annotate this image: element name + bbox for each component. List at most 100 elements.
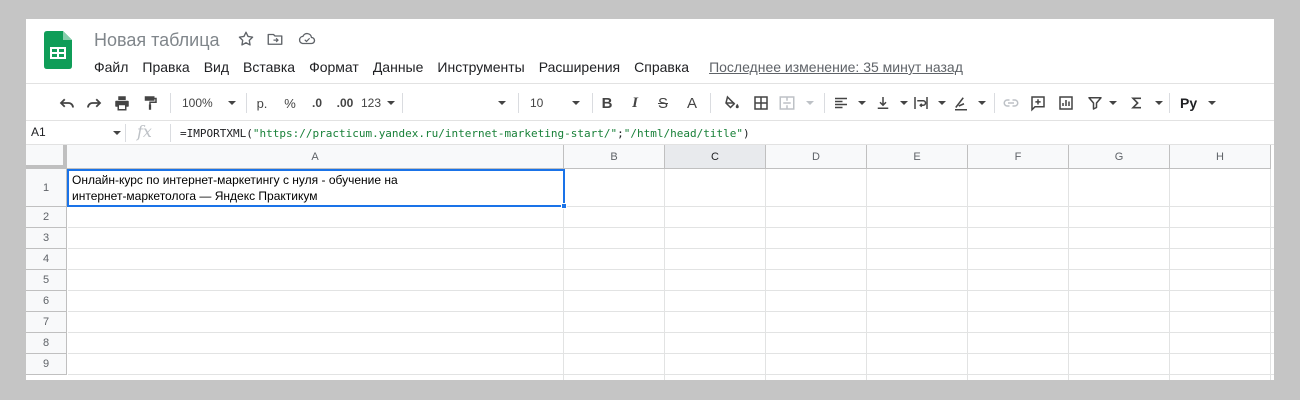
star-icon[interactable] [237,30,257,50]
sheet-grid: A B C D E F G H 1 2 3 4 5 6 7 8 9 Онлайн… [26,145,1274,380]
menu-insert[interactable]: Вставка [243,59,295,75]
menu-data[interactable]: Данные [373,59,424,75]
menu-file[interactable]: Файл [94,59,128,75]
menu-format[interactable]: Формат [309,59,359,75]
insert-link-icon[interactable] [1000,92,1022,114]
insert-comment-icon[interactable] [1027,92,1049,114]
sheets-logo-icon[interactable] [44,31,72,69]
more-formats-select[interactable]: 123 [361,92,395,114]
chevron-down-icon [978,101,986,105]
gridline [68,227,1274,228]
chevron-down-icon[interactable] [113,131,121,135]
increase-decimal-button[interactable]: .00 [332,92,358,114]
paint-format-icon[interactable] [139,92,161,114]
toolbar-separator [824,93,825,113]
toolbar-separator [994,93,995,113]
gridline [68,290,1274,291]
formula-bar: A1 fx =IMPORTXML("https://practicum.yand… [26,121,1274,145]
bold-button[interactable]: B [597,92,617,114]
row-header-2[interactable]: 2 [26,207,67,228]
decrease-decimal-button[interactable]: .0 [305,92,329,114]
column-header-h[interactable]: H [1170,145,1271,169]
toolbar-separator [402,93,403,113]
name-box[interactable]: A1 [31,125,46,139]
font-family-select[interactable] [408,92,510,114]
menu-edit[interactable]: Правка [142,59,189,75]
toolbar-separator [1169,93,1170,113]
redo-icon[interactable] [83,92,105,114]
font-size-select[interactable]: 10 [526,92,584,114]
horizontal-align-icon[interactable] [832,92,866,114]
toolbar-separator [170,93,171,113]
format-currency-button[interactable]: р. [252,92,272,114]
menu-tools[interactable]: Инструменты [437,59,524,75]
last-edit-link[interactable]: Последнее изменение: 35 минут назад [709,59,963,75]
row-header-8[interactable]: 8 [26,333,67,354]
formula-separator [125,124,126,142]
fill-color-icon[interactable] [721,92,743,114]
input-tools-label: Ру [1180,95,1198,111]
vertical-align-icon[interactable] [874,92,908,114]
text-rotation-icon[interactable] [952,92,986,114]
menu-help[interactable]: Справка [634,59,689,75]
row-header-3[interactable]: 3 [26,228,67,249]
format-percent-button[interactable]: % [280,92,300,114]
move-to-folder-icon[interactable] [266,30,286,50]
column-header-a[interactable]: A [67,145,564,169]
undo-icon[interactable] [56,92,78,114]
borders-icon[interactable] [750,92,772,114]
fx-icon: fx [137,122,152,141]
text-wrapping-icon[interactable] [912,92,946,114]
chevron-down-icon [900,101,908,105]
zoom-value: 100% [182,96,213,110]
row-header-9[interactable]: 9 [26,354,67,375]
row-header-6[interactable]: 6 [26,291,67,312]
formula-input[interactable]: =IMPORTXML("https://practicum.yandex.ru/… [180,127,750,140]
italic-button[interactable]: I [625,92,645,114]
toolbar-separator [592,93,593,113]
select-all-corner[interactable] [26,145,67,169]
column-header-c[interactable]: C [665,145,766,169]
strikethrough-button[interactable]: S [653,92,673,114]
gridline [68,248,1274,249]
filter-views-dropdown[interactable] [1107,92,1119,114]
font-size-value: 10 [530,96,544,110]
menu-view[interactable]: Вид [204,59,229,75]
merge-cells-icon[interactable] [778,92,814,114]
filter-icon[interactable] [1084,92,1106,114]
menu-bar: Файл Правка Вид Вставка Формат Данные Ин… [94,57,963,77]
column-header-g[interactable]: G [1069,145,1170,169]
menu-extensions[interactable]: Расширения [539,59,620,75]
functions-icon[interactable] [1129,92,1163,114]
gridline [765,169,766,380]
gridline [1068,169,1069,380]
text-color-button[interactable]: A [682,92,702,114]
print-icon[interactable] [111,92,133,114]
chevron-down-icon [806,101,814,105]
row-header-5[interactable]: 5 [26,270,67,291]
formula-suffix: ) [742,127,750,140]
row-header-7[interactable]: 7 [26,312,67,333]
chevron-down-icon [938,101,946,105]
fill-handle[interactable] [561,203,567,209]
column-header-d[interactable]: D [766,145,867,169]
toolbar-separator [710,93,711,113]
row-header-4[interactable]: 4 [26,249,67,270]
chevron-down-icon [498,101,506,105]
column-header-e[interactable]: E [867,145,968,169]
insert-chart-icon[interactable] [1055,92,1077,114]
formula-separator [170,124,171,142]
cloud-saved-icon[interactable] [297,30,317,50]
row-header-1[interactable]: 1 [26,169,67,207]
chevron-down-icon [1109,101,1117,105]
formula-url-arg: "https://practicum.yandex.ru/internet-ma… [252,127,618,140]
document-title[interactable]: Новая таблица [94,30,220,51]
gridline [68,269,1274,270]
column-header-f[interactable]: F [968,145,1069,169]
gridline [866,169,867,380]
formula-separator-char: ; [617,127,624,140]
chevron-down-icon [572,101,580,105]
column-header-b[interactable]: B [564,145,665,169]
input-tools-select[interactable]: Ру [1180,92,1216,114]
zoom-select[interactable]: 100% [178,92,240,114]
